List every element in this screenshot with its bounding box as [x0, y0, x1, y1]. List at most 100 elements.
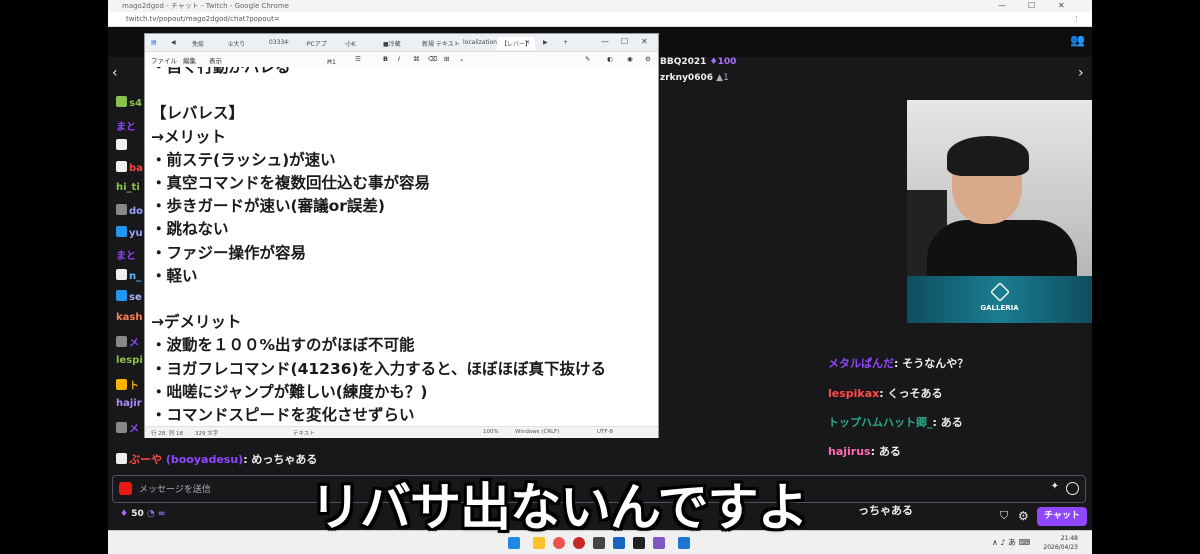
chat-message: hajirus: ある [828, 445, 901, 458]
new-tab-icon[interactable]: + [563, 39, 568, 46]
video-subtitle: リバサ出ないんですよ [310, 479, 808, 538]
letterbox-left [0, 0, 108, 554]
tab[interactable]: 03334· [269, 39, 290, 46]
close-icon[interactable]: ✕ [1058, 0, 1065, 12]
chat-message: lespikax: くっそある [828, 387, 943, 400]
chat-message: トップハムハット卿_: ある [828, 416, 963, 429]
status-position: 行 28, 列 18 [151, 431, 183, 437]
system-tray[interactable]: ∧ ♪ あ ⌨ [992, 537, 1030, 548]
notepad-tab-bar: ▤ ◀ 免疫 ①大り 03334· ·PCアプ ·小K ■冷蔵 新規 テキスト … [145, 34, 658, 52]
settings-icon[interactable]: ⚙ [645, 55, 651, 63]
notepad-line: →メリット [151, 127, 226, 146]
menu-view[interactable]: 表示 [209, 55, 222, 65]
notepad-line: ・真空コマンドを複数回仕込む事が容易 [151, 174, 431, 192]
heading-select[interactable]: H1 ⌄ [327, 55, 336, 66]
link-icon[interactable]: ⌘ [413, 55, 420, 63]
tab-scroll-right[interactable]: ▶ [543, 39, 548, 46]
sponsor-banner: GALLERIA [907, 276, 1092, 323]
notepad-line: ・跳ねない [151, 220, 229, 239]
maximize-icon[interactable]: ☐ [1028, 0, 1035, 12]
tab[interactable]: ·PCアプ [305, 39, 327, 48]
notepad-window: ▤ ◀ 免疫 ①大り 03334· ·PCアプ ·小K ■冷蔵 新規 テキスト … [144, 33, 659, 438]
bold-icon[interactable]: B [383, 55, 388, 63]
badge-icon [116, 225, 127, 237]
notepad-status-bar: 行 28, 列 18 329 文字 テキスト 100% Windows (CRL… [145, 426, 658, 438]
chat-username-left: ba [116, 160, 143, 174]
minimize-icon[interactable]: — [601, 37, 609, 46]
badge-icon [116, 422, 127, 433]
notepad-text-area[interactable]: ・自ぐ行動がバレる 【レバレス】 →メリット ・前ステ(ラッシュ)が速い ・真空コマンド… [151, 67, 656, 424]
tab[interactable]: ①大り [228, 39, 245, 48]
badge-icon [116, 290, 127, 302]
chevron-right-icon[interactable]: › [1078, 65, 1084, 81]
notepad-line: ・歩きガードが速い(審議or誤差) [151, 197, 385, 216]
points-icon: ♦ [709, 57, 718, 67]
close-icon[interactable]: ✕ [641, 37, 648, 46]
chat-username-left: n_ [116, 268, 141, 282]
chat-message: っちゃある [858, 504, 913, 517]
copilot-icon[interactable]: ✎ [585, 55, 590, 63]
channel-points[interactable]: ♦ 50 ◔ ∞ [120, 509, 165, 519]
clock[interactable]: 21:48 2026/04/23 [1043, 534, 1078, 552]
shield-icon[interactable]: ⛉ [1000, 509, 1008, 523]
gear-icon[interactable]: ⚙ [1018, 509, 1029, 523]
chat-username-left: se [116, 290, 142, 303]
emote-icon[interactable] [1066, 482, 1079, 495]
badge-icon [116, 204, 127, 215]
camera-icon[interactable] [119, 482, 132, 495]
notepad-line: ・コマンドスピードを変化させずらい [151, 406, 415, 424]
chat-send-button[interactable]: チャット [1037, 507, 1087, 526]
more-icon[interactable]: ⋮ [1073, 12, 1080, 27]
status-chars: 329 文字 [195, 431, 219, 437]
badge-icon [116, 268, 127, 280]
browser-title: mago2dgod - チャット - Twitch - Google Chrom… [122, 2, 289, 10]
notepad-line: ・波動を１００%出すのがほぼ不可能 [151, 336, 415, 355]
address-bar[interactable]: twitch.tv/popout/mago2dgod/chat?popout= … [108, 12, 1092, 27]
save-icon[interactable]: ◉ [627, 55, 633, 63]
chat-username-left: メ [116, 420, 139, 435]
tab[interactable]: 免疫 [192, 39, 204, 48]
tab[interactable]: localization1 [463, 39, 501, 46]
notepad-menubar: ファイル 編集 表示 H1 ⌄ ☰ B I ⌘ ⌫ ⊞ ⌄ ✎ ◐ ◉ ⚙ [145, 52, 658, 67]
clear-format-icon[interactable]: ⌫ [428, 55, 437, 63]
chat-username-left: yu [116, 225, 143, 239]
chat-username-left: まと [116, 251, 136, 263]
tab[interactable]: 新規 テキスト [422, 39, 460, 48]
minimize-icon[interactable]: — [998, 0, 1006, 12]
chat-username-left: s4 [116, 96, 142, 109]
chat-placeholder: メッセージを送信 [139, 485, 211, 495]
maximize-icon[interactable]: ☐ [621, 37, 628, 46]
menu-edit[interactable]: 編集 [183, 55, 196, 65]
chat-username-left: do [116, 204, 143, 217]
chat-text: : めっちゃある [243, 453, 318, 466]
chat-username-left: lespi [116, 355, 143, 367]
chat-username-left: まと [116, 121, 136, 133]
bits-icon[interactable]: ✦ [1051, 481, 1059, 492]
status-eol: Windows (CRLF) [515, 429, 560, 435]
chat-username-left: kash [116, 312, 143, 323]
more-icon[interactable]: ⌄ [459, 55, 464, 63]
tab-close-icon[interactable]: ✕ [525, 39, 530, 46]
status-mode: テキスト [293, 431, 315, 437]
badge-icon [116, 160, 127, 172]
tab[interactable]: ·小K [344, 39, 356, 48]
galleria-logo-icon [989, 282, 1010, 302]
list-icon[interactable]: ☰ [355, 55, 361, 63]
italic-icon[interactable]: I [398, 55, 400, 63]
video-frame: mago2dgod - チャット - Twitch - Google Chrom… [0, 0, 1200, 554]
top-users: BBQ2021 ♦100 zrkny0606 ▲1 [660, 54, 736, 86]
url-text[interactable]: twitch.tv/popout/mago2dgod/chat?popout= [126, 15, 280, 23]
menu-file[interactable]: ファイル [151, 55, 177, 65]
chat-message-last: ぶーや (booyadesu): めっちゃある [116, 451, 317, 467]
table-icon[interactable]: ⊞ [444, 55, 449, 63]
chat-username: ぶーや [129, 453, 162, 466]
chat-message: メタルぱんだ: そうなんや？ [828, 357, 969, 370]
sponsor-name: GALLERIA [980, 304, 1019, 312]
users-icon[interactable]: 👥 [1070, 33, 1085, 47]
chevron-left-icon[interactable]: ‹ [112, 65, 118, 81]
badge-icon [116, 139, 127, 151]
tab-scroll-left[interactable]: ◀ [171, 39, 176, 46]
circle-icon[interactable]: ◐ [607, 55, 613, 63]
chat-username-left: ト [116, 377, 139, 392]
tab[interactable]: ■冷蔵 [383, 39, 401, 48]
